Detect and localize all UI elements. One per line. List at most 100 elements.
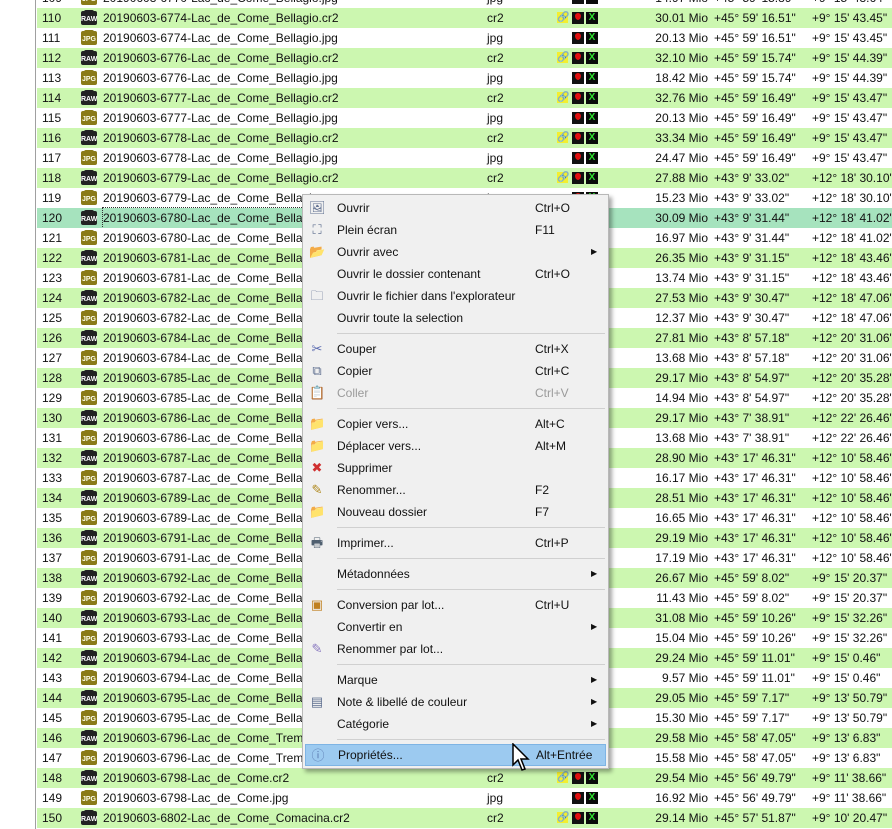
- file-size: 9.57 Mio: [661, 671, 708, 685]
- menu-item-renommer-par-lot[interactable]: ✎ Renommer par lot...: [305, 638, 606, 660]
- menu-item-conversion-par-lot[interactable]: ▣ Conversion par lot... Ctrl+U: [305, 594, 606, 616]
- row-number: 145: [42, 711, 63, 725]
- file-size: 31.08 Mio: [655, 611, 708, 625]
- longitude: +9° 10' 20.47": [812, 811, 888, 825]
- table-row[interactable]: 110 RAW 20190603-6774-Lac_de_Come_Bellag…: [37, 8, 892, 28]
- submenu-arrow-icon: ▶: [591, 675, 598, 684]
- menu-item-copier[interactable]: ⧉ Copier Ctrl+C: [305, 360, 606, 382]
- menu-item-cate-gorie[interactable]: Catégorie ▶: [305, 713, 606, 735]
- file-size: 29.05 Mio: [655, 691, 708, 705]
- menu-item-me-tadonne-es[interactable]: Métadonnées ▶: [305, 563, 606, 585]
- menu-item-supprimer[interactable]: ✖ Supprimer: [305, 457, 606, 479]
- longitude: +9° 15' 43.47": [812, 151, 888, 165]
- file-size: 29.14 Mio: [655, 811, 708, 825]
- table-row[interactable]: 111 JPG 20190603-6774-Lac_de_Come_Bellag…: [37, 28, 892, 48]
- latitude: +43° 9' 31.44": [714, 231, 790, 245]
- longitude: +9° 15' 43.45": [812, 31, 888, 45]
- longitude: +12° 18' 30.10": [812, 171, 892, 185]
- link-icon: 🔗: [557, 12, 570, 23]
- table-row[interactable]: 118 RAW 20190603-6779-Lac_de_Come_Bellag…: [37, 168, 892, 188]
- menu-item-coller[interactable]: 📋 Coller Ctrl+V: [305, 382, 606, 404]
- file-size: 13.68 Mio: [655, 351, 708, 365]
- menu-item-ouvrir-le-fichier-dans-l-explorateur[interactable]: 🗀 Ouvrir le fichier dans l'explorateur: [305, 285, 606, 307]
- exif-icon: X: [586, 112, 598, 124]
- table-row[interactable]: 113 JPG 20190603-6776-Lac_de_Come_Bellag…: [37, 68, 892, 88]
- file-name: 20190603-6795-Lac_de_Come_Bellagio: [103, 711, 319, 725]
- fullscreen-icon: ⛶: [312, 222, 322, 237]
- menu-item-copier-vers[interactable]: 📁 Copier vers... Alt+C: [305, 413, 606, 435]
- open-with-folder-icon: 📂: [309, 244, 326, 259]
- longitude: +9° 13' 50.79": [812, 711, 888, 725]
- latitude: +43° 17' 46.31": [714, 551, 796, 565]
- file-name: 20190603-6774-Lac_de_Come_Bellagio.jpg: [103, 31, 338, 45]
- row-number: 122: [42, 251, 63, 265]
- latitude: +45° 59' 16.49": [714, 131, 796, 145]
- menu-item-note-libelle-de-couleur[interactable]: ▤ Note & libellé de couleur ▶: [305, 691, 606, 713]
- table-row[interactable]: 150 RAW 20190603-6802-Lac_de_Come_Comaci…: [37, 808, 892, 828]
- table-row[interactable]: 112 RAW 20190603-6776-Lac_de_Come_Bellag…: [37, 48, 892, 68]
- menu-item-marque[interactable]: Marque ▶: [305, 669, 606, 691]
- menu-item-shortcut: Ctrl+C: [535, 364, 570, 378]
- menu-item-renommer[interactable]: ✎ Renommer... F2: [305, 479, 606, 501]
- table-row[interactable]: 148 RAW 20190603-6798-Lac_de_Come.cr2 cr…: [37, 768, 892, 788]
- file-size: 29.58 Mio: [655, 731, 708, 745]
- jpg-file-icon: JPG: [81, 590, 97, 605]
- latitude: +45° 59' 8.02": [714, 591, 790, 605]
- table-row[interactable]: 117 JPG 20190603-6778-Lac_de_Come_Bellag…: [37, 148, 892, 168]
- row-number: 111: [42, 31, 61, 45]
- menu-item-label: Nouveau dossier: [337, 505, 428, 519]
- table-row[interactable]: 116 RAW 20190603-6778-Lac_de_Come_Bellag…: [37, 128, 892, 148]
- jpg-file-icon: JPG: [81, 550, 97, 565]
- raw-file-icon: RAW: [81, 450, 97, 465]
- file-extension: jpg: [487, 0, 503, 8]
- menu-item-plein-e-cran[interactable]: ⛶ Plein écran F11: [305, 219, 606, 241]
- file-name: 20190603-6793-Lac_de_Come_Bellagio: [103, 611, 319, 625]
- menu-item-nouveau-dossier[interactable]: 📁 Nouveau dossier F7: [305, 501, 606, 523]
- row-number: 134: [42, 491, 63, 505]
- menu-item-label: Copier vers...: [337, 417, 409, 431]
- menu-item-ouvrir[interactable]: 🖼 Ouvrir Ctrl+O: [305, 197, 606, 219]
- file-size: 32.76 Mio: [655, 91, 708, 105]
- scissors-icon: ✂: [311, 341, 323, 356]
- raw-file-icon: RAW: [81, 290, 97, 305]
- menu-item-label: Convertir en: [337, 620, 403, 634]
- table-row[interactable]: 109 JPG 20190603-6770-Lac_de_Come_Bellag…: [37, 0, 892, 8]
- raw-file-icon: RAW: [81, 50, 97, 65]
- file-name: 20190603-6789-Lac_de_Come_Bellagio: [103, 491, 319, 505]
- longitude: +12° 10' 58.46": [812, 451, 892, 465]
- menu-item-ouvrir-le-dossier-contenant[interactable]: Ouvrir le dossier contenant Ctrl+O: [305, 263, 606, 285]
- menu-item-de-placer-vers[interactable]: 📁 Déplacer vers... Alt+M: [305, 435, 606, 457]
- file-name: 20190603-6776-Lac_de_Come_Bellagio.cr2: [103, 51, 339, 65]
- menu-item-proprie-te-s[interactable]: ⓘ Propriétés... Alt+Entrée: [305, 744, 606, 766]
- file-size: 15.04 Mio: [655, 631, 708, 645]
- file-name: 20190603-6784-Lac_de_Come_Bellagio: [103, 351, 319, 365]
- menu-item-convertir-en[interactable]: Convertir en ▶: [305, 616, 606, 638]
- menu-item-imprimer[interactable]: 🖶 Imprimer... Ctrl+P: [305, 532, 606, 554]
- latitude: +45° 59' 11.01": [714, 671, 795, 685]
- table-row[interactable]: 149 JPG 20190603-6798-Lac_de_Come.jpg jp…: [37, 788, 892, 808]
- menu-item-ouvrir-avec[interactable]: 📂 Ouvrir avec ▶: [305, 241, 606, 263]
- file-size: 13.68 Mio: [655, 431, 708, 445]
- table-row[interactable]: 115 JPG 20190603-6777-Lac_de_Come_Bellag…: [37, 108, 892, 128]
- left-panel-edge: [0, 0, 36, 829]
- table-row[interactable]: 114 RAW 20190603-6777-Lac_de_Come_Bellag…: [37, 88, 892, 108]
- longitude: +12° 20' 31.06": [812, 331, 892, 345]
- menu-item-shortcut: Ctrl+V: [535, 386, 569, 400]
- jpg-file-icon: JPG: [81, 270, 97, 285]
- row-number: 141: [42, 631, 63, 645]
- exif-icon: X: [586, 132, 598, 144]
- longitude: +9° 15' 44.39": [812, 51, 888, 65]
- gps-pin-icon: [572, 72, 584, 84]
- batch-convert-icon: ▣: [310, 597, 324, 612]
- file-name: 20190603-6779-Lac_de_Come_Bellagio.cr2: [103, 171, 339, 185]
- exif-icon: X: [586, 52, 598, 64]
- longitude: +12° 22' 26.46": [812, 431, 892, 445]
- longitude: +12° 22' 26.46": [812, 411, 892, 425]
- jpg-file-icon: JPG: [81, 310, 97, 325]
- menu-item-ouvrir-toute-la-selection[interactable]: Ouvrir toute la selection: [305, 307, 606, 329]
- file-size: 16.17 Mio: [655, 471, 708, 485]
- file-name: 20190603-6780-Lac_de_Come_Bellagio: [103, 231, 319, 245]
- menu-item-couper[interactable]: ✂ Couper Ctrl+X: [305, 338, 606, 360]
- file-size: 24.47 Mio: [655, 151, 708, 165]
- raw-file-icon: RAW: [81, 10, 97, 25]
